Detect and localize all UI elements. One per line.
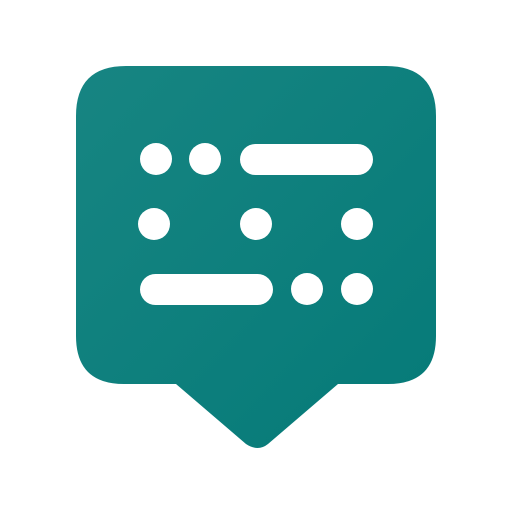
morse-dot — [240, 208, 272, 240]
morse-dot — [341, 273, 373, 305]
app-icon-canvas — [0, 0, 512, 512]
morse-dash — [240, 144, 373, 175]
morse-dot — [189, 143, 221, 175]
chat-bubble-morse-icon — [76, 66, 436, 448]
speech-bubble-shape — [76, 66, 436, 448]
morse-dot — [140, 143, 172, 175]
morse-dot — [138, 208, 170, 240]
morse-dot — [291, 273, 323, 305]
morse-dash — [140, 274, 273, 305]
morse-dot — [341, 208, 373, 240]
